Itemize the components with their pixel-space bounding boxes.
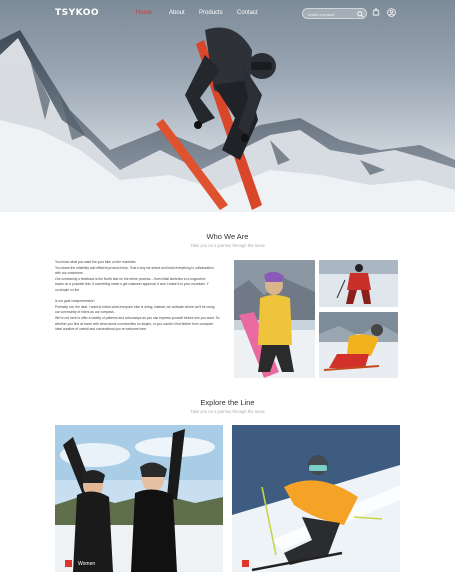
search-input[interactable] — [308, 11, 354, 18]
cart-icon[interactable] — [372, 8, 383, 19]
category-card-women[interactable]: Women — [55, 425, 223, 572]
nav-link-contact[interactable]: Contact — [237, 10, 258, 16]
hero-image — [0, 27, 455, 212]
nav-link-home[interactable]: Home — [136, 10, 152, 16]
top-nav: TSYKOO Home About Products Contact — [0, 0, 455, 26]
para-line: tracks on a possible test. It something … — [55, 282, 209, 287]
photo-skier-yellow — [319, 312, 398, 378]
brand-logo[interactable]: TSYKOO — [55, 8, 99, 18]
search-icon[interactable] — [357, 11, 364, 18]
card-label-women: Women — [78, 560, 96, 567]
card-tag-women: Women — [65, 560, 95, 567]
red-square-icon — [242, 560, 249, 567]
nav-link-products[interactable]: Products — [199, 10, 223, 16]
photo-skier-red — [319, 260, 398, 307]
para-line: ideal creative of overall and convention… — [55, 327, 147, 332]
explore-title: Explore the Line — [200, 398, 255, 407]
women-photo — [55, 425, 223, 572]
red-square-icon — [65, 560, 72, 567]
nav-link-about[interactable]: About — [169, 10, 185, 16]
men-photo — [232, 425, 400, 572]
explore-subtitle: Take you on a journey through the snow — [190, 409, 265, 414]
para-line: We’re not here to offer a variety of pat… — [55, 315, 220, 320]
category-card-men[interactable]: Men — [232, 425, 400, 572]
card-tag-men: Men — [242, 560, 265, 567]
hero-banner: TSYKOO Home About Products Contact — [0, 0, 455, 212]
photo-snowboarder-woman — [234, 260, 315, 378]
card-label-men: Men — [255, 560, 265, 567]
search-box — [302, 8, 367, 19]
user-icon[interactable] — [387, 8, 398, 19]
who-title: Who We Are — [206, 232, 249, 241]
who-paragraph: You know what you want the your bike on … — [55, 260, 225, 333]
who-subtitle: Take you on a journey through the snow — [190, 243, 265, 248]
